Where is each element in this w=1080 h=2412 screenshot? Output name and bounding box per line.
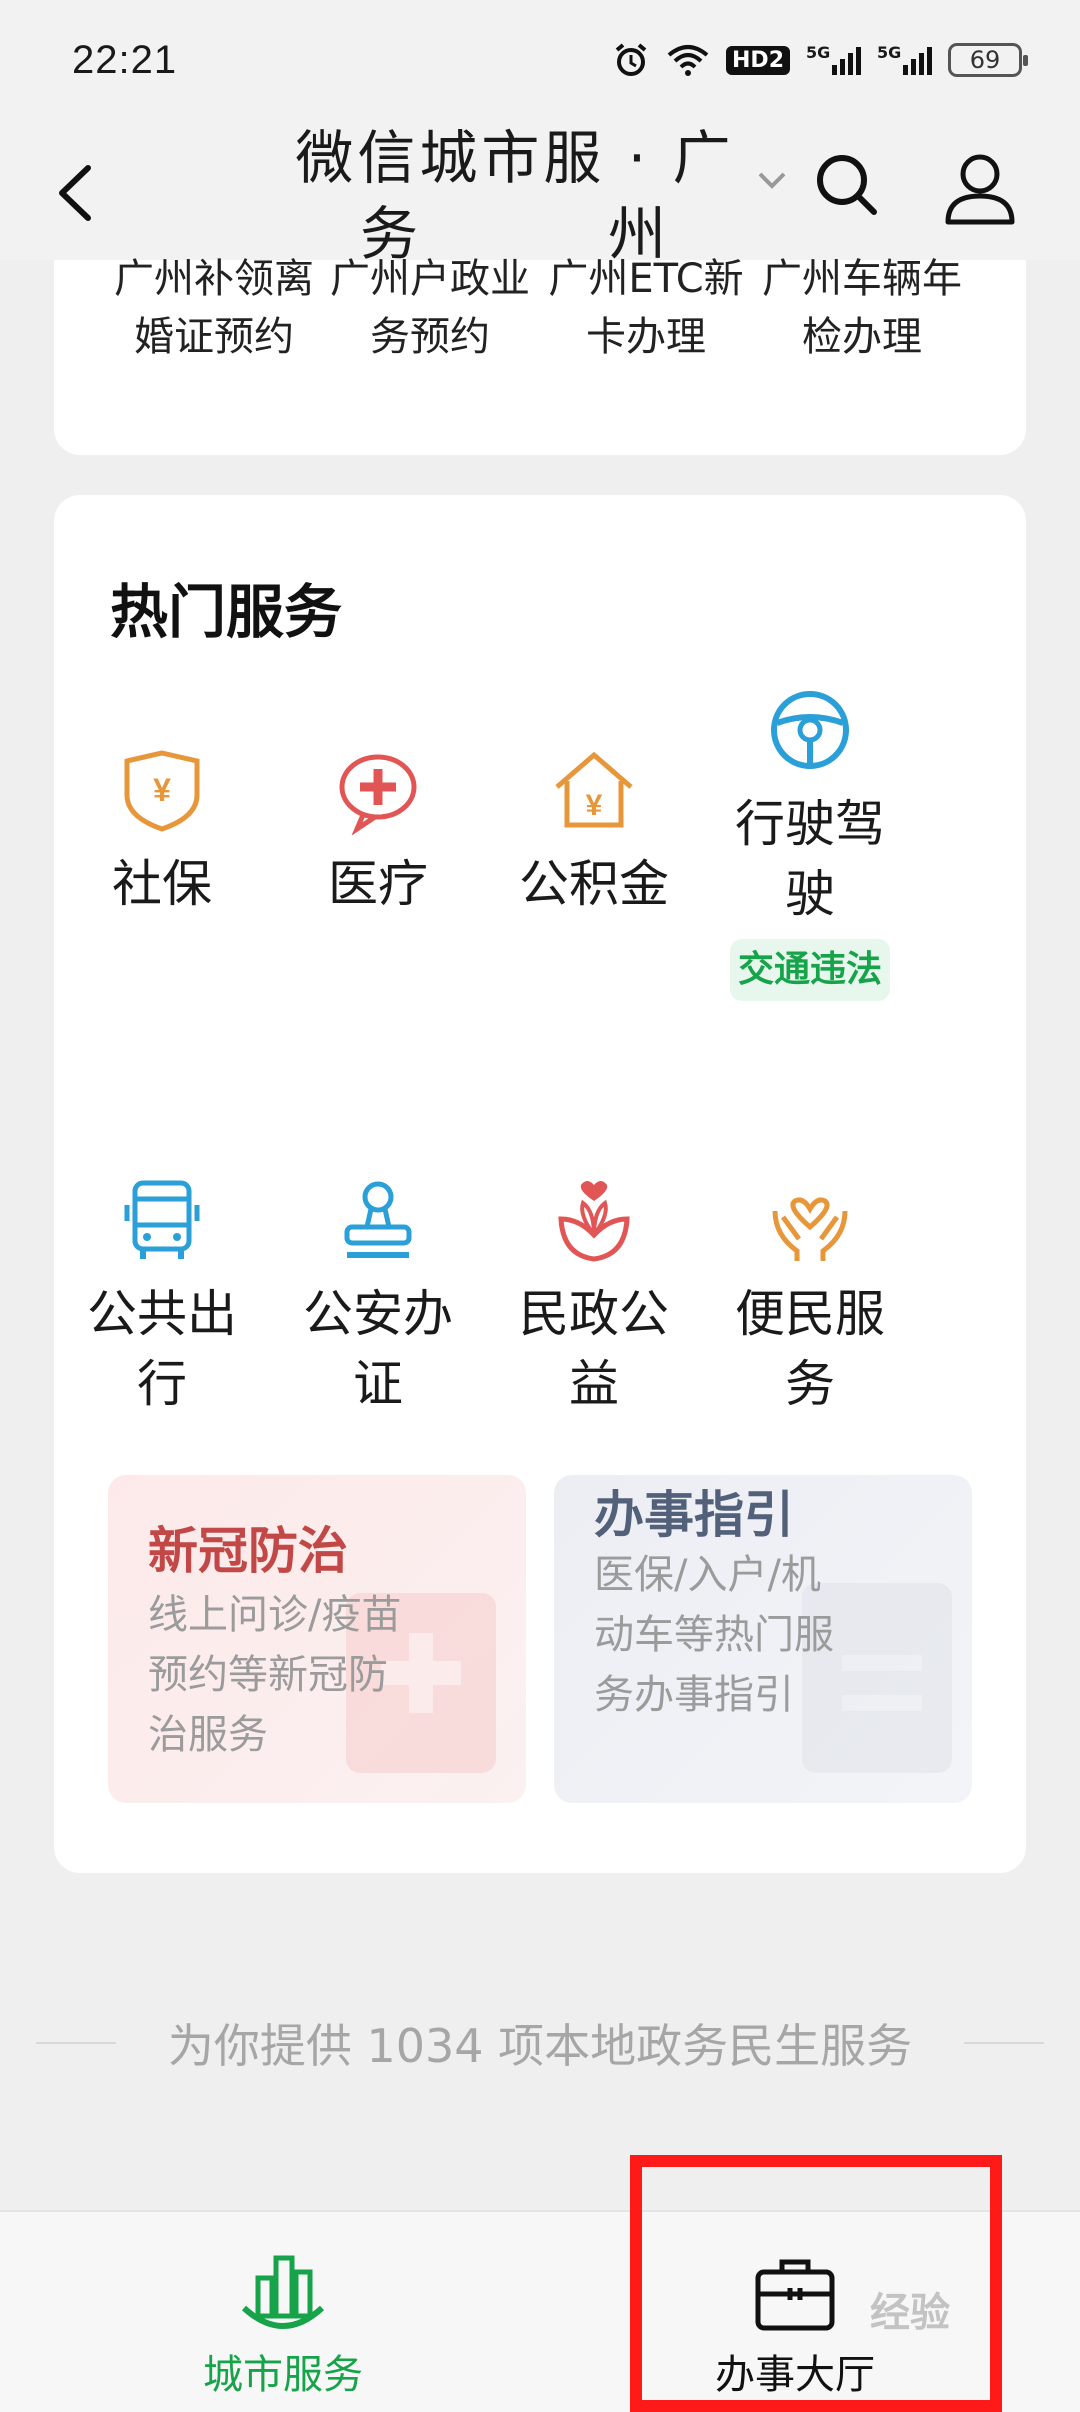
- status-time: 22:21: [72, 37, 178, 82]
- quick-link-household[interactable]: 广州户政业 务预约: [322, 250, 538, 366]
- service-label: 公共出行: [87, 1285, 237, 1413]
- alarm-icon: [612, 41, 650, 79]
- quick-link-label: 卡办理: [586, 314, 706, 360]
- tab-city-services[interactable]: 城市服务: [133, 2212, 433, 2412]
- svg-text:¥: ¥: [153, 772, 171, 808]
- service-driving[interactable]: 行驶驾驶 交通违法: [702, 685, 918, 1001]
- profile-icon[interactable]: [940, 148, 1020, 228]
- flower-heart-icon: [558, 1181, 630, 1262]
- service-label: 民政公益: [519, 1285, 669, 1413]
- social-insurance-icon: ¥: [124, 750, 200, 832]
- service-label: 医疗: [328, 855, 428, 913]
- tab-label: 办事大厅: [715, 2352, 875, 2398]
- service-label: 行驶驾驶: [735, 795, 885, 923]
- service-count-note: 为你提供 1034 项本地政务民生服务: [0, 2010, 1080, 2076]
- service-label: 公积金: [519, 855, 669, 913]
- service-housing-fund[interactable]: ¥ 公积金: [486, 745, 702, 919]
- chevron-down-icon[interactable]: [752, 160, 792, 200]
- quick-link-vehicle-inspection[interactable]: 广州车辆年 检办理: [754, 250, 970, 366]
- quick-links: 广州补领离 婚证预约 广州户政业 务预约 广州ETC新 卡办理 广州车辆年 检办…: [54, 250, 1026, 366]
- header: 微信城市服 · 广 务 州: [0, 120, 1080, 268]
- hot-services-card: 热门服务 ¥ 社保 医疗 ¥ 公积金 行驶驾驶 交通违法 公共出行 公安办证 民…: [54, 495, 1026, 1873]
- city-buildings-icon: [241, 2255, 325, 2329]
- battery-level: 69: [969, 46, 1001, 74]
- battery-icon: 69: [948, 43, 1028, 77]
- watermark: 经验: [870, 2290, 950, 2336]
- quick-link-label: 广州户政业: [330, 256, 530, 302]
- quick-link-label: 广州车辆年: [762, 256, 962, 302]
- quick-link-etc[interactable]: 广州ETC新 卡办理: [538, 250, 754, 366]
- service-civil-affairs[interactable]: 民政公益: [486, 1175, 702, 1419]
- medical-icon: [339, 754, 417, 835]
- tab-label: 城市服务: [203, 2352, 363, 2398]
- hd-badge: HD2: [726, 45, 790, 75]
- title-line-1: 微信城市服 · 广: [295, 124, 735, 192]
- svg-text:¥: ¥: [586, 789, 603, 822]
- quick-link-label: 广州ETC新: [548, 256, 744, 302]
- stamp-icon: [344, 1181, 412, 1258]
- quick-link-divorce-cert[interactable]: 广州补领离 婚证预约: [106, 250, 322, 366]
- service-medical[interactable]: 医疗: [270, 745, 486, 919]
- bus-icon: [124, 1180, 200, 1259]
- quick-link-label: 务预约: [370, 314, 490, 360]
- quick-links-card: 广州补领离 婚证预约 广州户政业 务预约 广州ETC新 卡办理 广州车辆年 检办…: [54, 256, 1026, 455]
- service-label: 社保: [112, 855, 212, 913]
- service-public-transit[interactable]: 公共出行: [54, 1175, 270, 1419]
- signal1-label: 5G: [806, 43, 831, 62]
- wifi-icon: [666, 43, 710, 77]
- service-convenience[interactable]: 便民服务: [702, 1175, 918, 1419]
- hot-services-title: 热门服务: [110, 578, 343, 646]
- service-social-insurance[interactable]: ¥ 社保: [54, 745, 270, 919]
- status-bar: 22:21 HD2 5G 5G 69: [0, 0, 1080, 120]
- signal-icon: 5G: [877, 43, 932, 75]
- briefcase-icon: [755, 2259, 835, 2331]
- service-label: 公安办证: [303, 1285, 453, 1413]
- promo-service-guide[interactable]: 办事指引 医保/入户/机动车等热门服务办事指引: [554, 1475, 972, 1803]
- promo-description: 医保/入户/机动车等热门服务办事指引: [594, 1552, 834, 1718]
- quick-link-label: 广州补领离: [114, 256, 314, 302]
- promo-covid-prevention[interactable]: 新冠防治 线上问诊/疫苗预约等新冠防治服务: [108, 1475, 526, 1803]
- search-icon[interactable]: [812, 150, 882, 220]
- signal-icon: 5G: [806, 43, 861, 75]
- back-icon[interactable]: [48, 148, 108, 238]
- traffic-violation-tag[interactable]: 交通违法: [730, 939, 890, 1001]
- service-label: 便民服务: [735, 1285, 885, 1413]
- service-public-security[interactable]: 公安办证: [270, 1175, 486, 1419]
- quick-link-label: 婚证预约: [134, 314, 294, 360]
- promo-description: 线上问诊/疫苗预约等新冠防治服务: [148, 1592, 402, 1758]
- signal2-label: 5G: [877, 43, 902, 62]
- hands-heart-icon: [772, 1197, 848, 1261]
- promo-title: 新冠防治: [148, 1522, 348, 1580]
- housing-fund-icon: ¥: [555, 751, 633, 828]
- promo-title: 办事指引: [594, 1486, 794, 1544]
- status-icons: HD2 5G 5G 69: [612, 41, 1028, 79]
- steering-wheel-icon: [771, 691, 849, 769]
- quick-link-label: 检办理: [802, 314, 922, 360]
